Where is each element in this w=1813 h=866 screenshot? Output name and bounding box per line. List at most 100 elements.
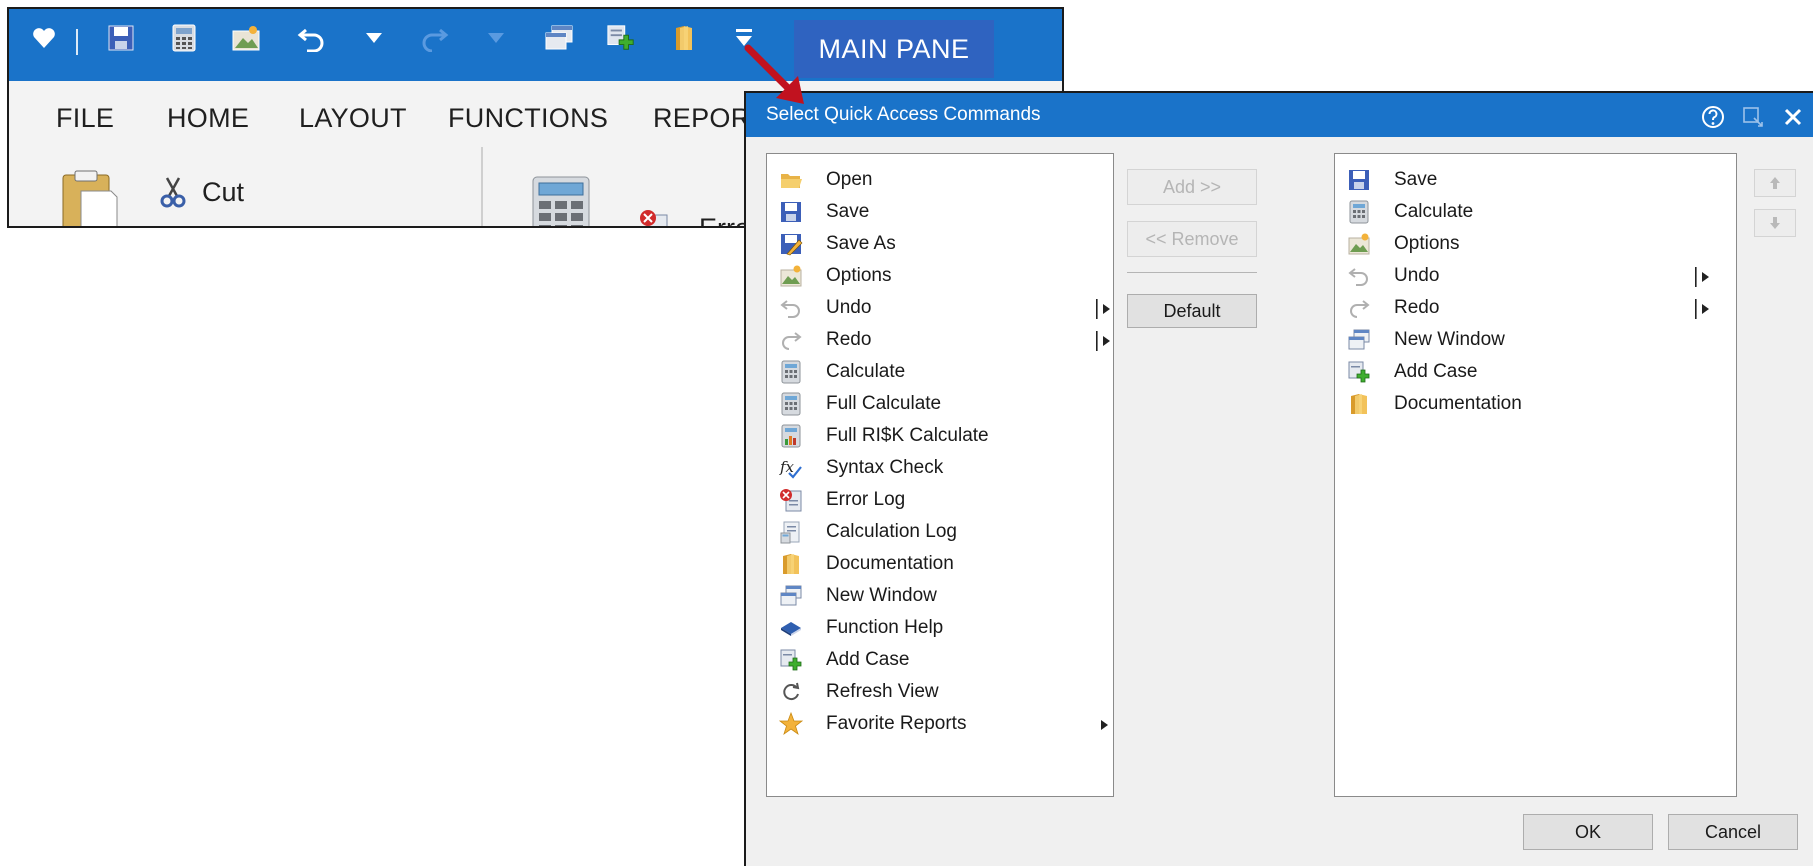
list-item-label: Open (826, 169, 873, 190)
star-icon (778, 711, 804, 736)
error-button-label[interactable]: Erro (699, 213, 750, 226)
maximize-icon[interactable] (1741, 105, 1765, 129)
list-item[interactable]: Calculate (767, 356, 1113, 388)
list-item[interactable]: Options (1335, 228, 1736, 260)
submenu-arrow-icon[interactable] (1095, 330, 1115, 352)
list-item[interactable]: New Window (767, 580, 1113, 612)
list-item-label: Function Help (826, 617, 944, 638)
list-item[interactable]: Add Case (767, 644, 1113, 676)
list-item[interactable]: Redo (767, 324, 1113, 356)
list-item-label: Options (826, 265, 892, 286)
submenu-arrow-icon[interactable] (1694, 266, 1714, 288)
list-item[interactable]: Undo (1335, 260, 1736, 292)
tab-functions[interactable]: FUNCTIONS (448, 103, 608, 134)
list-item-label: Options (1394, 233, 1460, 254)
list-item-label: Calculation Log (826, 521, 957, 542)
list-item[interactable]: Save (1335, 164, 1736, 196)
options-icon[interactable] (231, 23, 261, 53)
submenu-arrow-icon[interactable] (1694, 298, 1714, 320)
close-icon[interactable] (1781, 105, 1805, 129)
calculator-icon (1347, 200, 1371, 224)
list-item[interactable]: Refresh View (767, 676, 1113, 708)
list-item[interactable]: Undo (767, 292, 1113, 324)
error-log-icon (779, 488, 803, 512)
list-item-label: Redo (1394, 297, 1440, 318)
tab-file[interactable]: FILE (56, 103, 114, 134)
list-item-label: New Window (1394, 329, 1505, 350)
list-item[interactable]: Full Calculate (767, 388, 1113, 420)
tab-home[interactable]: HOME (167, 103, 249, 134)
cancel-button[interactable]: Cancel (1668, 814, 1798, 850)
list-item-label: Favorite Reports (826, 713, 967, 734)
move-up-button[interactable] (1754, 169, 1796, 197)
calculate-large-icon[interactable] (531, 175, 591, 226)
undo-dropdown-icon[interactable] (359, 23, 389, 53)
scissors-icon[interactable] (159, 176, 187, 208)
list-item[interactable]: Open (767, 164, 1113, 196)
redo-dropdown-icon (481, 23, 511, 53)
list-item-label: Save As (826, 233, 896, 254)
list-item[interactable]: Save As (767, 228, 1113, 260)
cut-button-label[interactable]: Cut (202, 177, 244, 208)
save-icon[interactable] (106, 23, 136, 53)
list-item-label: Documentation (826, 553, 954, 574)
ribbon-divider (481, 147, 483, 226)
toolbar-separator (76, 29, 78, 55)
list-item[interactable]: Documentation (1335, 388, 1736, 420)
list-item[interactable]: Add Case (1335, 356, 1736, 388)
remove-button[interactable]: << Remove (1127, 221, 1257, 257)
new-window-icon[interactable] (544, 23, 574, 53)
main-pane-button[interactable]: MAIN PANE (794, 20, 994, 78)
annotation-arrow (744, 44, 804, 104)
redo-icon (419, 23, 449, 53)
list-item-label: Syntax Check (826, 457, 944, 478)
svg-text:fx: fx (779, 458, 795, 476)
help-icon[interactable] (1701, 105, 1725, 129)
list-item-label: Undo (1394, 265, 1440, 286)
undo-icon[interactable] (297, 23, 327, 53)
submenu-arrow-icon[interactable] (1095, 714, 1115, 736)
list-item[interactable]: Documentation (767, 548, 1113, 580)
arrow-up-icon (1770, 177, 1780, 189)
add-button[interactable]: Add >> (1127, 169, 1257, 205)
error-log-icon[interactable] (639, 209, 669, 226)
options-icon (779, 264, 803, 288)
list-item[interactable]: Calculation Log (767, 516, 1113, 548)
selected-commands-list[interactable]: Save Calculate Options Undo Redo New Window Ad… (1334, 153, 1737, 797)
list-item-label: Save (826, 201, 870, 222)
list-item-label: Full Calculate (826, 393, 942, 414)
documentation-icon[interactable] (669, 23, 699, 53)
calculator-icon (779, 360, 803, 384)
paste-icon[interactable] (59, 169, 121, 226)
list-item[interactable]: Full RI$K Calculate (767, 420, 1113, 452)
list-item[interactable]: Function Help (767, 612, 1113, 644)
available-commands-list[interactable]: Open Save Save As Options Undo Redo Calculate F… (766, 153, 1114, 797)
tab-layout[interactable]: LAYOUT (299, 103, 407, 134)
move-down-button[interactable] (1754, 209, 1796, 237)
list-item[interactable]: New Window (1335, 324, 1736, 356)
select-quick-access-commands-dialog: Select Quick Access Commands Open Save Sav… (744, 91, 1813, 866)
default-button[interactable]: Default (1127, 294, 1257, 328)
refresh-icon (779, 680, 803, 704)
list-item[interactable]: Error Log (767, 484, 1113, 516)
submenu-arrow-icon[interactable] (1095, 298, 1115, 320)
ok-button[interactable]: OK (1523, 814, 1653, 850)
new-window-icon (779, 584, 803, 608)
list-item[interactable]: Redo (1335, 292, 1736, 324)
function-help-icon (779, 616, 803, 640)
calculator-icon[interactable] (169, 23, 199, 53)
quick-access-toolbar: MAIN PANE (9, 9, 1062, 81)
risk-calculator-icon (779, 424, 803, 448)
list-item[interactable]: fx Syntax Check (767, 452, 1113, 484)
add-case-icon[interactable] (606, 23, 636, 53)
list-item[interactable]: Options (767, 260, 1113, 292)
list-item[interactable]: Favorite Reports (767, 708, 1113, 740)
new-window-icon (1347, 328, 1371, 352)
list-item[interactable]: Calculate (1335, 196, 1736, 228)
redo-icon (1347, 296, 1371, 320)
list-item-label: Full RI$K Calculate (826, 425, 989, 446)
list-item-label: New Window (826, 585, 937, 606)
heart-icon[interactable] (29, 23, 59, 53)
list-item-label: Documentation (1394, 393, 1522, 414)
list-item[interactable]: Save (767, 196, 1113, 228)
